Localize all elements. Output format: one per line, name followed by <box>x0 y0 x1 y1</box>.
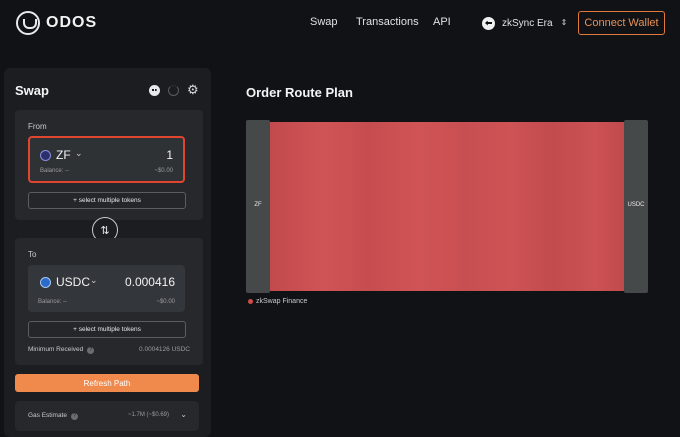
route-diagram: ZF USDC <box>246 120 648 293</box>
from-token-name[interactable]: ZF <box>56 148 71 162</box>
from-label: From <box>28 122 47 131</box>
route-legend: zkSwap Finance <box>248 298 307 305</box>
brand-name[interactable]: ODOS <box>46 14 97 32</box>
source-node-label: ZF <box>254 202 262 208</box>
to-label: To <box>28 250 37 259</box>
to-usd-value: ~$0.00 <box>156 299 175 305</box>
refresh-timer-icon[interactable] <box>168 85 179 96</box>
from-card: From ZF ⌄ 1 Balance: -- ~$0.00 + select … <box>15 110 203 220</box>
from-token-input[interactable]: ZF ⌄ 1 Balance: -- ~$0.00 <box>28 136 185 183</box>
minimum-received-value: 0.0004126 USDC <box>139 346 190 353</box>
to-select-multiple-button[interactable]: + select multiple tokens <box>28 321 186 338</box>
odos-logo-icon[interactable] <box>16 11 40 35</box>
chevron-updown-icon: ⇕ <box>560 18 568 27</box>
network-selector[interactable]: zkSync Era ⇕ <box>482 15 567 31</box>
info-icon[interactable]: ? <box>71 413 79 420</box>
minimum-received-row: Minimum Received? 0.0004126 USDC <box>28 346 190 354</box>
top-nav: ODOS Swap Transactions API zkSync Era ⇕ … <box>0 0 680 46</box>
chat-icon[interactable] <box>149 85 160 96</box>
from-select-multiple-button[interactable]: + select multiple tokens <box>28 192 186 209</box>
legend-label: zkSwap Finance <box>256 298 308 305</box>
to-token-output[interactable]: USDC ⌄ 0.000416 Balance: -- ~$0.00 <box>28 265 185 312</box>
gear-icon[interactable]: ⚙ <box>187 83 200 96</box>
nav-swap[interactable]: Swap <box>310 16 338 28</box>
chevron-down-icon[interactable]: ⌄ <box>180 410 187 419</box>
refresh-path-button[interactable]: Refresh Path <box>15 374 199 392</box>
connect-wallet-button[interactable]: Connect Wallet <box>578 11 665 35</box>
legend-dot-icon <box>248 299 253 304</box>
from-balance: Balance: -- <box>40 168 70 174</box>
gas-estimate-value: ~1.7M (~$0.69) <box>127 412 169 418</box>
route-flow-band <box>270 122 624 291</box>
swap-panel: Swap ⚙ From ZF ⌄ 1 Balance: -- ~$0.00 + … <box>4 68 211 437</box>
from-usd-value: ~$0.00 <box>154 168 173 174</box>
to-amount: 0.000416 <box>124 275 175 289</box>
gas-estimate-row[interactable]: Gas Estimate? ~1.7M (~$0.69) ⌄ <box>15 401 199 431</box>
gas-estimate-text: Gas Estimate <box>28 412 68 419</box>
network-name: zkSync Era <box>502 17 553 29</box>
to-balance: Balance: -- <box>38 299 68 305</box>
zf-token-icon <box>40 150 51 161</box>
nav-api[interactable]: API <box>433 16 451 28</box>
target-node-label: USDC <box>627 202 645 208</box>
gas-estimate-label: Gas Estimate? <box>28 412 79 420</box>
info-icon[interactable]: ? <box>87 347 95 354</box>
chevron-down-icon[interactable]: ⌄ <box>90 275 98 286</box>
to-token-name[interactable]: USDC <box>56 275 90 289</box>
source-node: ZF <box>246 120 270 293</box>
swap-title: Swap <box>15 83 49 98</box>
from-amount[interactable]: 1 <box>166 148 173 162</box>
route-plan-title: Order Route Plan <box>246 85 353 100</box>
zksync-icon <box>482 16 495 30</box>
usdc-token-icon <box>40 277 51 288</box>
target-node: USDC <box>624 120 648 293</box>
chevron-down-icon[interactable]: ⌄ <box>75 148 83 159</box>
nav-transactions[interactable]: Transactions <box>356 16 419 28</box>
minimum-received-label: Minimum Received <box>28 346 84 353</box>
